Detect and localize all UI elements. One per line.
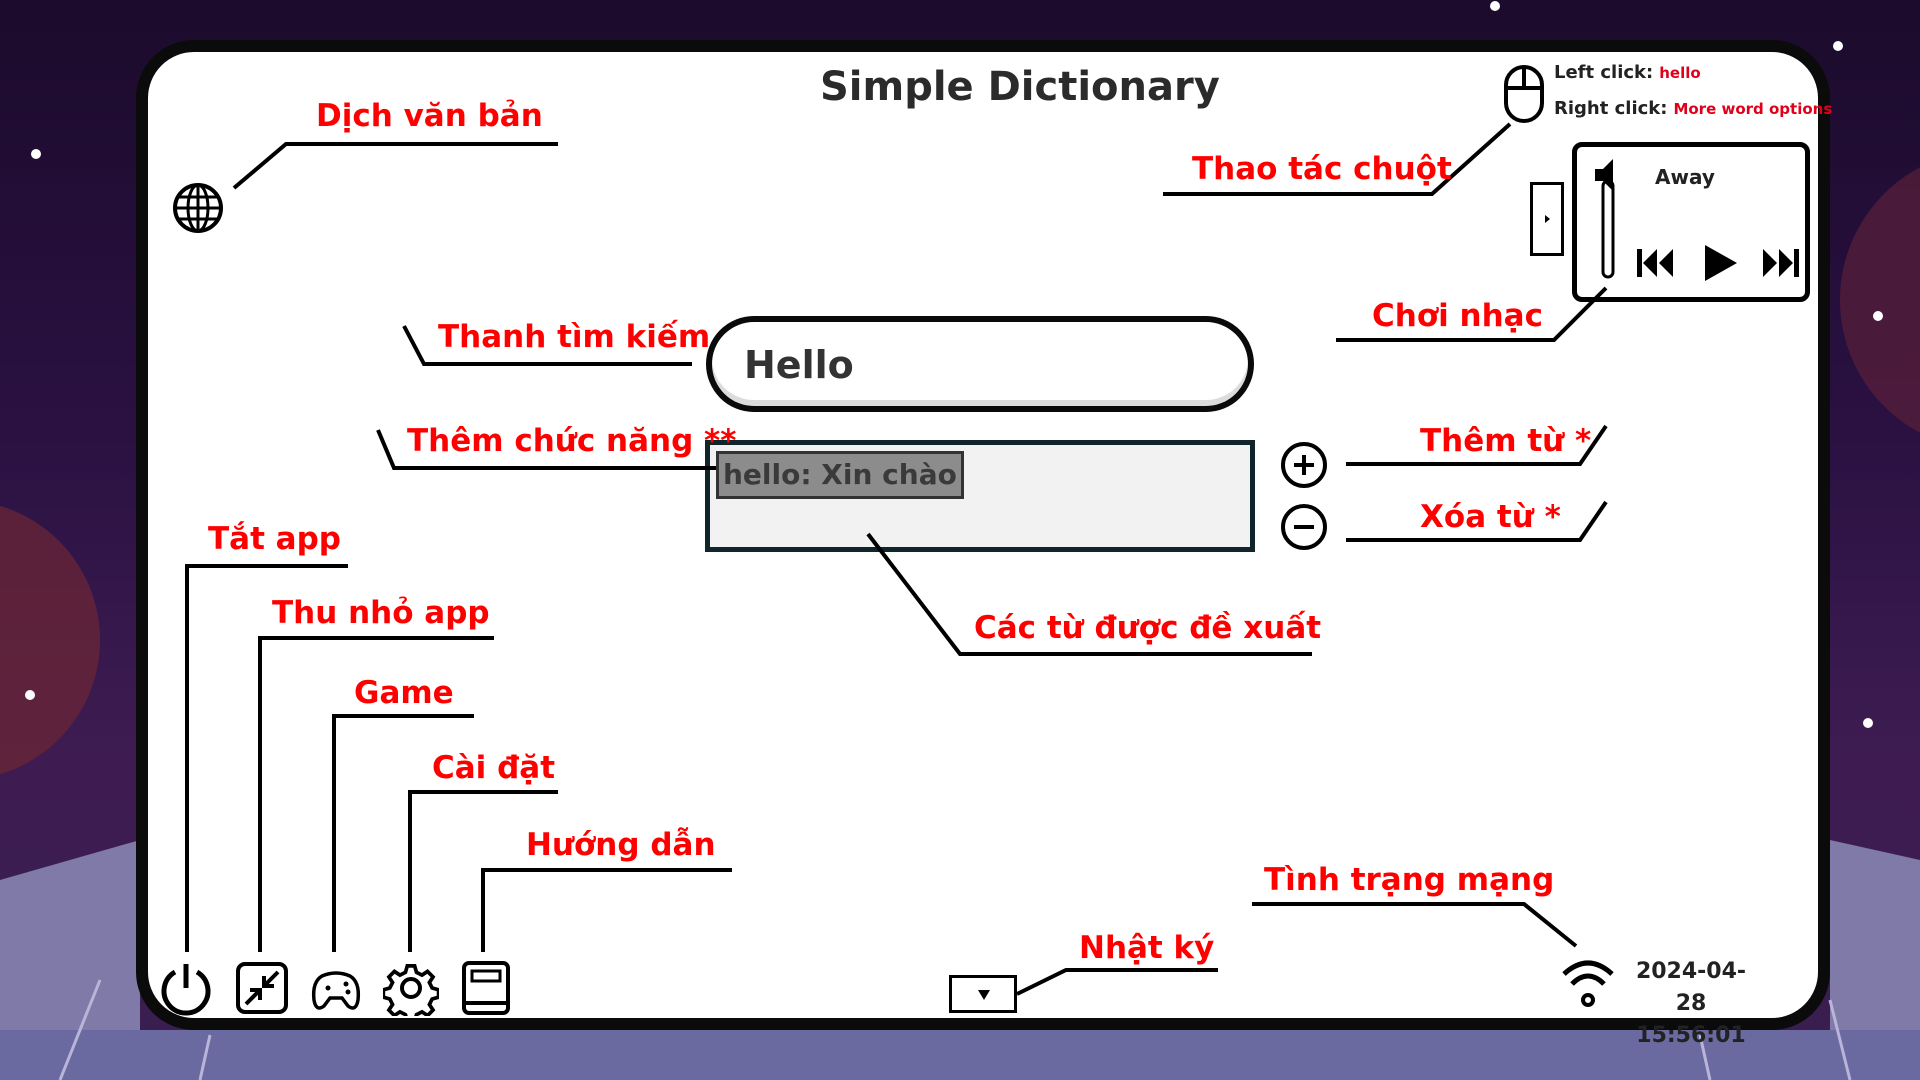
annotation-quit: Tắt app	[208, 521, 341, 557]
volume-slider[interactable]	[1591, 155, 1627, 285]
annotation-mouse: Thao tác chuột	[1192, 151, 1452, 187]
gear-icon[interactable]	[383, 960, 439, 1016]
annotation-delete-word: Xóa từ *	[1420, 499, 1561, 535]
annotation-add-feature: Thêm chức năng **	[407, 423, 737, 459]
globe-icon[interactable]	[170, 180, 226, 236]
annotation-add-word: Thêm từ *	[1420, 423, 1592, 459]
power-icon[interactable]	[158, 960, 214, 1016]
suggestion-item[interactable]: hello: Xin chào	[716, 451, 964, 499]
right-click-hint: Right click: More word options	[1554, 98, 1832, 119]
left-click-hint: Left click: hello	[1554, 62, 1701, 83]
music-player: Away	[1572, 142, 1810, 302]
music-panel-toggle[interactable]	[1530, 182, 1564, 256]
right-click-label: Right click:	[1554, 98, 1668, 119]
annotation-guide: Hướng dẫn	[526, 827, 716, 863]
date-text: 2024-04-28	[1635, 959, 1747, 1016]
left-click-label: Left click:	[1554, 62, 1654, 83]
add-word-button[interactable]	[1281, 442, 1327, 488]
wifi-icon	[1562, 960, 1614, 1007]
annotation-search: Thanh tìm kiếm	[438, 319, 711, 355]
time-text: 15:56:01	[1636, 1023, 1746, 1048]
chevron-down-icon	[978, 990, 990, 1000]
planet-left	[0, 505, 100, 775]
annotation-music: Chơi nhạc	[1372, 298, 1543, 334]
annotation-minimize: Thu nhỏ app	[272, 595, 490, 631]
datetime-display: 2024-04-28 15:56:01	[1630, 956, 1752, 1052]
annotation-settings: Cài đặt	[432, 750, 556, 786]
book-icon[interactable]	[458, 960, 514, 1016]
annotation-log: Nhật ký	[1079, 930, 1215, 966]
play-icon[interactable]	[1697, 241, 1741, 285]
skip-forward-icon[interactable]	[1759, 243, 1803, 283]
gamepad-icon[interactable]	[308, 960, 364, 1016]
song-title: Away	[1655, 165, 1715, 189]
mouse-icon	[1504, 65, 1544, 123]
annotation-suggestions: Các từ được đề xuất	[974, 610, 1322, 646]
planet-right	[1840, 167, 1920, 433]
caret-right-icon	[1545, 215, 1550, 223]
left-click-value: hello	[1659, 64, 1701, 82]
remove-word-button[interactable]	[1281, 504, 1327, 550]
app-title: Simple Dictionary	[820, 64, 1220, 110]
search-bar[interactable]	[706, 316, 1254, 412]
log-toggle-button[interactable]	[949, 975, 1017, 1013]
annotation-network: Tình trạng mạng	[1264, 862, 1555, 898]
annotation-translate: Dịch văn bản	[316, 98, 543, 134]
plus-circle-icon	[1294, 455, 1314, 475]
right-click-value: More word options	[1673, 100, 1833, 118]
search-input[interactable]	[742, 340, 1226, 390]
suggestion-list: hello: Xin chào	[705, 440, 1255, 552]
annotation-game: Game	[354, 675, 454, 711]
minus-circle-icon	[1294, 525, 1314, 529]
skip-back-icon[interactable]	[1633, 243, 1677, 283]
minimize-icon[interactable]	[234, 960, 290, 1016]
